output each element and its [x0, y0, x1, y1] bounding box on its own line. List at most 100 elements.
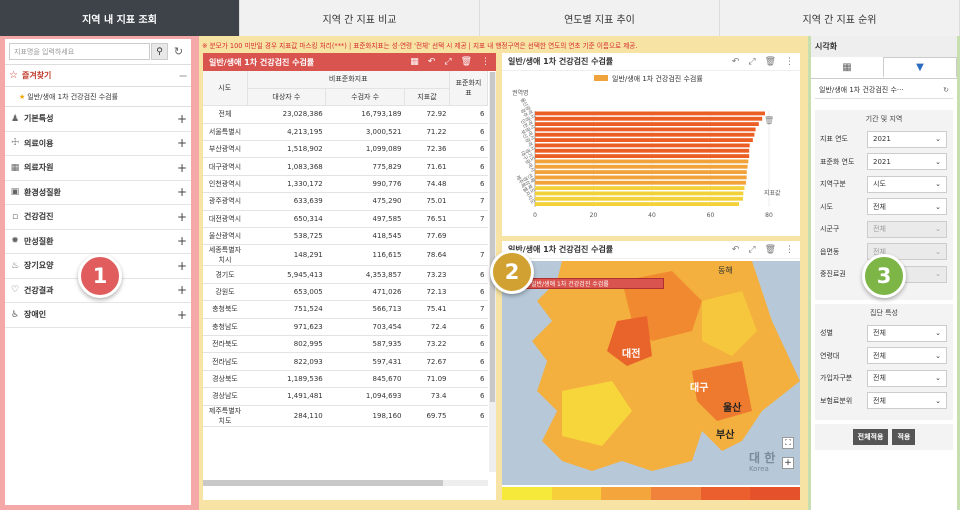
- filter-select[interactable]: 전체 ⌄: [867, 324, 947, 342]
- more-icon[interactable]: ⋮: [785, 245, 794, 255]
- tab-region-compare[interactable]: 지역 간 지표 비교: [240, 0, 480, 36]
- table-cell: 990,776: [325, 175, 405, 194]
- table-cell: 서울특별시: [203, 123, 247, 142]
- more-icon[interactable]: ⋮: [481, 57, 490, 67]
- filter-select[interactable]: 전체 ⌄: [867, 198, 947, 216]
- expand-icon[interactable]: +: [177, 136, 187, 150]
- table-cell: 1,518,902: [247, 140, 326, 159]
- table-row[interactable]: 울산광역시 538,725 418,545 77.69: [203, 227, 488, 246]
- table-row[interactable]: 세종특별자치시 148,291 116,615 78.64 7: [203, 244, 488, 267]
- virus-icon: ✹: [11, 236, 19, 247]
- favorite-item-label: 일반/생애 1차 건강검진 수검률: [27, 92, 119, 101]
- trash-icon[interactable]: 🗑: [765, 245, 776, 255]
- trash-icon[interactable]: 🗑: [765, 57, 776, 67]
- search-input[interactable]: 지표명을 입력하세요: [9, 43, 150, 60]
- apply-button[interactable]: 적용: [892, 429, 916, 445]
- col-header[interactable]: 지표값: [404, 88, 450, 107]
- category-chronic[interactable]: ✹ 만성질환 +: [5, 230, 191, 254]
- more-icon[interactable]: ⋮: [785, 57, 794, 67]
- category-basic[interactable]: ♟ 기본특성 +: [5, 107, 191, 132]
- table-cell: 597,431: [325, 352, 405, 371]
- table-row[interactable]: 제주특별자치도 284,110 198,160 69.75 6: [203, 405, 488, 427]
- filter-select[interactable]: 전체 ⌄: [867, 392, 947, 410]
- factory-icon: ▣: [10, 187, 20, 198]
- table-cell: 경상북도: [203, 370, 247, 389]
- category-environment[interactable]: ▣ 환경성질환 +: [5, 181, 191, 205]
- expand-icon[interactable]: +: [177, 185, 187, 199]
- filter-select[interactable]: 2021 ⌄: [867, 153, 947, 171]
- category-label: 의료자원: [24, 163, 54, 173]
- col-header[interactable]: 시도: [203, 71, 248, 107]
- undo-icon[interactable]: ↶: [428, 57, 436, 67]
- category-medical-resource[interactable]: ▦ 의료자원 +: [5, 156, 191, 181]
- expand-icon[interactable]: ⤢: [748, 245, 755, 255]
- table-row[interactable]: 인천광역시 1,330,172 990,776 74.48 6: [203, 175, 488, 194]
- table-row[interactable]: 광주광역시 633,639 475,290 75.01 7: [203, 192, 488, 211]
- chart-type-icon[interactable]: ▦: [811, 57, 883, 78]
- filter-select[interactable]: 전체 ⌄: [867, 347, 947, 365]
- table-row[interactable]: 경기도 5,945,413 4,353,857 73.23 6: [203, 265, 488, 284]
- apply-all-button[interactable]: 전체적용: [852, 429, 889, 445]
- category-checkup[interactable]: ▫ 건강검진 +: [5, 205, 191, 230]
- care-icon: ♨: [10, 260, 20, 271]
- table-row[interactable]: 전라남도 822,093 597,431 72.67 6: [203, 352, 488, 371]
- trash-icon[interactable]: 🗑: [461, 57, 472, 67]
- grid-icon[interactable]: ▦: [410, 57, 419, 67]
- table-row[interactable]: 전라북도 802,995 587,935 73.22 6: [203, 335, 488, 354]
- filter-label: 시군구: [820, 225, 840, 234]
- map-place: Korea: [749, 465, 769, 473]
- expand-icon[interactable]: +: [177, 308, 187, 322]
- expand-icon[interactable]: +: [177, 283, 187, 297]
- favorites-label: 즐겨찾기: [21, 71, 52, 80]
- expand-icon[interactable]: +: [177, 259, 187, 273]
- favorites-header[interactable]: ☆ 즐겨찾기 —: [5, 65, 191, 87]
- collapse-icon[interactable]: —: [179, 71, 187, 80]
- expand-icon[interactable]: +: [177, 161, 187, 175]
- filter-select[interactable]: 전체 ⌄: [867, 369, 947, 387]
- expand-icon[interactable]: ⤢: [748, 57, 755, 67]
- col-header[interactable]: 수검자 수: [325, 88, 405, 107]
- expand-icon[interactable]: +: [177, 112, 187, 126]
- filter-icon[interactable]: ▼: [883, 57, 957, 78]
- zoom-in-icon[interactable]: +: [782, 457, 794, 469]
- visualization-title: 시각화: [811, 36, 957, 57]
- undo-icon[interactable]: ↶: [732, 57, 740, 67]
- table-row[interactable]: 충청북도 751,524 566,713 75.41 7: [203, 300, 488, 319]
- table-cell: 6: [449, 105, 488, 124]
- indicator-select[interactable]: 일반/생애 1차 건강검진 수··· ↻: [815, 82, 953, 99]
- category-medical-use[interactable]: ☩ 의료이용 +: [5, 132, 191, 156]
- choropleth-map[interactable]: 일반/생애 1차 건강검진 수검률 동해 대전 대구 울산 부산 대 한 Kor…: [502, 261, 800, 485]
- table-row[interactable]: 대구광역시 1,083,368 775,829 71.61 6: [203, 157, 488, 176]
- horizontal-scrollbar[interactable]: [203, 480, 488, 486]
- table-row[interactable]: 경상북도 1,189,536 845,670 71.09 6: [203, 370, 488, 389]
- filter-select[interactable]: 2021 ⌄: [867, 130, 947, 148]
- expand-icon[interactable]: ⤢: [444, 57, 451, 67]
- table-row[interactable]: 부산광역시 1,518,902 1,099,089 72.36 6: [203, 140, 488, 159]
- search-icon[interactable]: ⚲: [151, 43, 168, 60]
- table-row[interactable]: 서울특별시 4,213,195 3,000,521 71.22 6: [203, 123, 488, 142]
- favorite-item[interactable]: ★ 일반/생애 1차 건강검진 수검률: [5, 87, 191, 107]
- filter-select[interactable]: 전체 ⌄: [867, 220, 947, 238]
- table-row[interactable]: 대전광역시 650,314 497,585 76.51 7: [203, 210, 488, 229]
- col-header[interactable]: 대상자 수: [247, 88, 327, 107]
- refresh-icon[interactable]: ↻: [170, 43, 187, 60]
- chevron-down-icon: ⌄: [935, 202, 941, 211]
- expand-icon[interactable]: +: [177, 234, 187, 248]
- col-header[interactable]: 표준화지표: [449, 71, 488, 107]
- tab-yearly-trend[interactable]: 연도별 지표 추이: [480, 0, 720, 36]
- undo-icon[interactable]: ↶: [732, 245, 740, 255]
- filter-select[interactable]: 시도 ⌄: [867, 175, 947, 193]
- fullscreen-icon[interactable]: ⛶: [782, 437, 794, 449]
- x-tick-label: 60: [707, 212, 715, 219]
- table-row[interactable]: 강원도 653,005 471,026 72.13 6: [203, 283, 488, 302]
- filter-value: 전체: [873, 202, 886, 211]
- expand-icon[interactable]: +: [177, 210, 187, 224]
- tab-region-indicator[interactable]: 지역 내 지표 조회: [0, 0, 240, 36]
- category-disability[interactable]: ♿ 장애인 +: [5, 303, 191, 328]
- table-row[interactable]: 경상남도 1,491,481 1,094,693 73.4 6: [203, 387, 488, 406]
- refresh-icon[interactable]: ↻: [943, 86, 949, 94]
- table-row[interactable]: 전체 23,028,386 16,793,189 72.92 6: [203, 105, 488, 124]
- table-row[interactable]: 충청남도 971,623 703,454 72.4 6: [203, 318, 488, 336]
- table-cell: 73.4: [404, 387, 450, 406]
- tab-region-rank[interactable]: 지역 간 지표 순위: [720, 0, 960, 36]
